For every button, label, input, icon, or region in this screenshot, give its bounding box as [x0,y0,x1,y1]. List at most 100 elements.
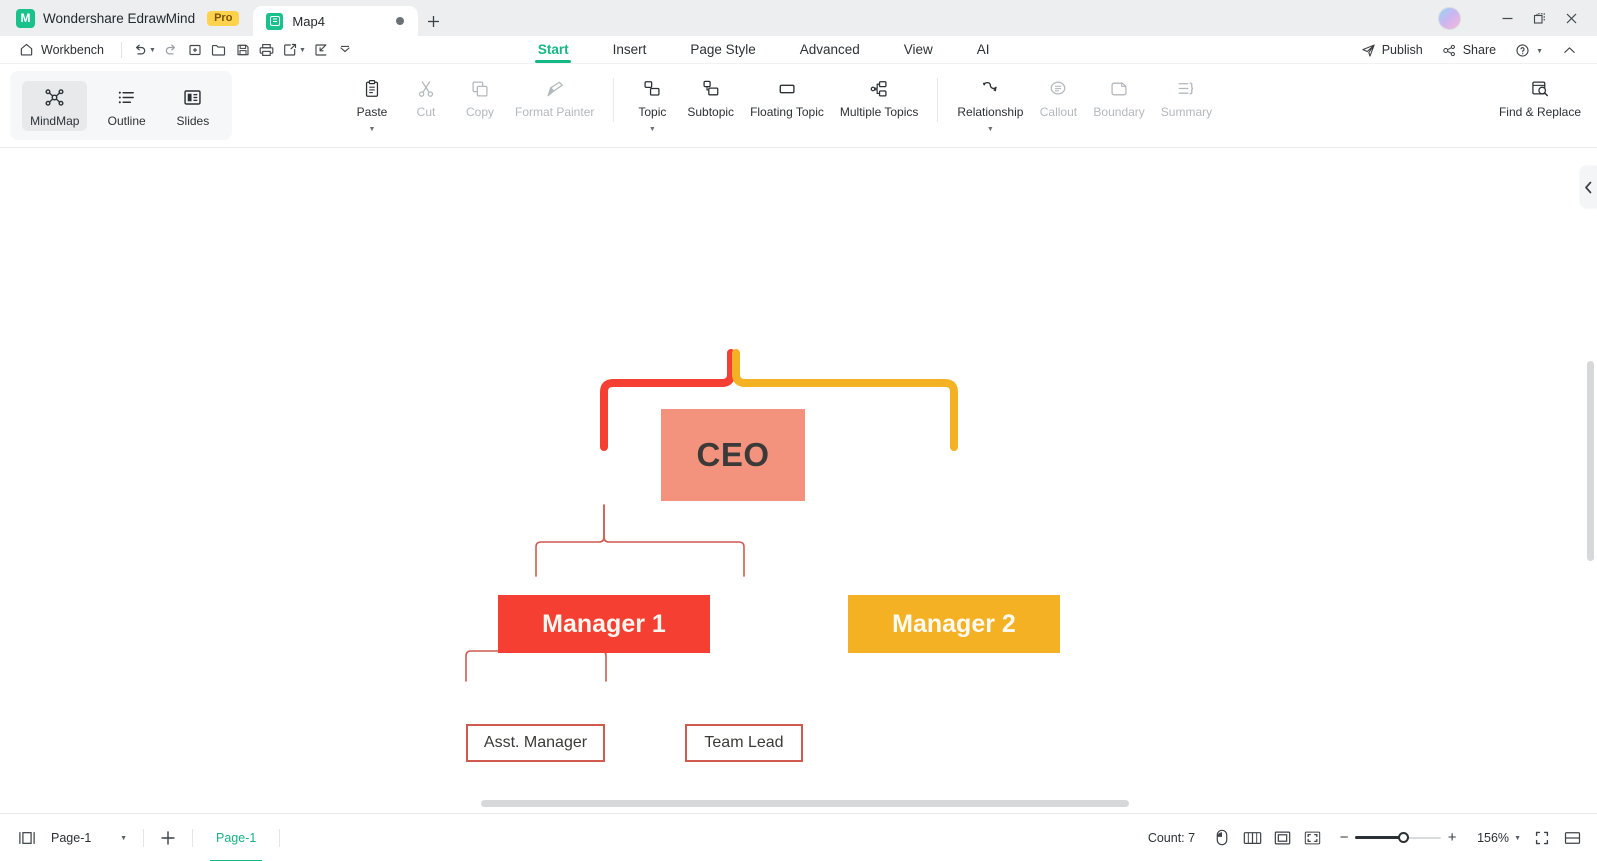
relationship-label: Relationship [957,105,1024,119]
topic-label: Topic [638,105,667,119]
summary-label: Summary [1160,105,1213,119]
zoom-in-button[interactable]: + [1441,829,1463,846]
view-mode-slides[interactable]: Slides [166,81,220,131]
pointer-mode-icon[interactable] [1207,823,1237,853]
summary-button[interactable]: Summary [1153,72,1220,122]
tab-advanced[interactable]: Advanced [778,36,882,64]
new-tab-button[interactable] [418,6,448,36]
zoom-control[interactable]: − + [1333,829,1463,846]
relationship-caret-icon[interactable]: ▼ [987,126,994,133]
find-replace-button[interactable]: Find & Replace [1491,72,1589,122]
format-painter-button[interactable]: Format Painter [507,72,602,122]
page-select-value: Page-1 [51,830,92,845]
copy-label: Copy [465,105,494,119]
fit-screen-icon[interactable] [1297,823,1327,853]
maximize-button[interactable] [1523,0,1555,36]
page-select[interactable]: Page-1 ▼ [42,825,134,850]
boundary-button[interactable]: Boundary [1085,72,1152,122]
view-mode-group: MindMap Outline Slides [10,71,232,140]
floating-topic-button[interactable]: Floating Topic [742,72,832,122]
collapse-ribbon-button[interactable] [1554,38,1585,62]
page-spread-icon[interactable] [1237,823,1267,853]
zoom-out-button[interactable]: − [1333,829,1355,846]
topic-caret-icon[interactable]: ▼ [649,126,656,133]
page-tab-page-1[interactable]: Page-1 [202,824,270,861]
tab-start[interactable]: Start [516,36,591,64]
status-bar-left: Page-1 ▼ Page-1 [0,823,289,861]
zoom-level-caret-icon[interactable]: ▼ [1514,835,1521,842]
zoom-slider-fill [1355,836,1405,839]
mindmap-node-manager-1[interactable]: Manager 1 [498,595,710,653]
mindmap-node-manager-2[interactable]: Manager 2 [848,595,1060,653]
title-bar: M Wondershare EdrawMind Pro Map4 [0,0,1597,36]
multiple-topics-button[interactable]: Multiple Topics [832,72,926,122]
canvas-horizontal-scrollbar[interactable] [481,800,1129,807]
copy-button[interactable]: Copy [453,72,507,122]
subtopic-icon [701,78,721,100]
cut-button[interactable]: Cut [399,72,453,122]
expand-right-panel-button[interactable] [1580,166,1597,208]
toggle-page-panel-button[interactable] [12,823,42,853]
ribbon-divider-2 [937,78,939,122]
view-mode-mindmap[interactable]: MindMap [22,80,88,131]
topic-button[interactable]: Topic ▼ [625,72,679,137]
print-button[interactable] [256,38,278,62]
zoom-slider-knob[interactable] [1398,832,1410,843]
find-group: Find & Replace [1491,72,1589,122]
import-button[interactable] [310,38,332,62]
view-mode-outline[interactable]: Outline [100,81,154,131]
paste-button[interactable]: Paste ▼ [345,72,399,137]
minimize-button[interactable] [1491,0,1523,36]
mindmap-node-asst-manager[interactable]: Asst. Manager [466,724,605,762]
workbench-button[interactable]: Workbench [10,38,113,62]
edge-manager1-team [603,504,745,577]
status-divider-1 [143,828,144,847]
focus-mode-icon[interactable] [1527,823,1557,853]
fit-page-icon[interactable] [1267,823,1297,853]
tab-ai[interactable]: AI [955,36,1012,64]
relationship-button[interactable]: Relationship ▼ [949,72,1031,137]
home-icon [19,42,34,57]
status-divider-3 [279,828,281,847]
tab-page-style[interactable]: Page Style [668,36,777,64]
copy-icon [470,78,490,100]
share-button[interactable]: Share [1434,38,1504,62]
open-file-button[interactable] [208,38,230,62]
mindmap-node-ceo[interactable]: CEO [661,409,805,501]
document-tab-map4[interactable]: Map4 [253,6,419,36]
help-button[interactable]: ▼ [1507,38,1551,62]
mindmap-canvas[interactable]: CEO Manager 1 Manager 2 Asst. Manager Te… [0,148,1597,813]
export-caret-icon[interactable]: ▼ [299,47,306,54]
user-avatar[interactable] [1438,6,1461,30]
zoom-slider[interactable] [1355,832,1442,844]
export-button[interactable]: ▼ [280,38,308,62]
document-tab-label: Map4 [292,13,325,29]
subtopic-button[interactable]: Subtopic [679,72,742,122]
split-view-icon[interactable] [1557,823,1587,853]
redo-button[interactable] [160,38,182,62]
paste-caret-icon[interactable]: ▼ [369,126,376,133]
undo-button[interactable]: ▼ [130,38,158,62]
zoom-level-select[interactable]: 156% ▼ [1477,831,1521,845]
ribbon-commands: Paste ▼ Cut Copy Format Painter Topic ▼ … [345,72,1220,142]
new-file-button[interactable] [184,38,206,62]
app-logo-icon: M [16,8,35,28]
publish-button[interactable]: Publish [1353,38,1431,62]
add-page-button[interactable] [153,823,183,853]
canvas-vertical-scrollbar[interactable] [1587,361,1594,561]
view-mode-mindmap-label: MindMap [30,113,80,128]
mindmap-node-team-lead[interactable]: Team Lead [685,724,803,762]
more-commands-button[interactable] [334,38,356,62]
tab-view[interactable]: View [882,36,955,64]
help-caret-icon[interactable]: ▼ [1536,48,1543,55]
callout-button[interactable]: Callout [1031,72,1085,122]
document-tab-icon [266,12,284,30]
page-select-caret-icon[interactable]: ▼ [120,835,127,842]
help-icon [1515,43,1530,58]
undo-caret-icon[interactable]: ▼ [149,47,156,54]
close-button[interactable] [1555,0,1587,36]
format-painter-label: Format Painter [515,105,595,119]
tab-insert[interactable]: Insert [591,36,669,64]
status-bar-right: Count: 7 − + 156% ▼ [1148,823,1587,853]
save-button[interactable] [232,38,254,62]
